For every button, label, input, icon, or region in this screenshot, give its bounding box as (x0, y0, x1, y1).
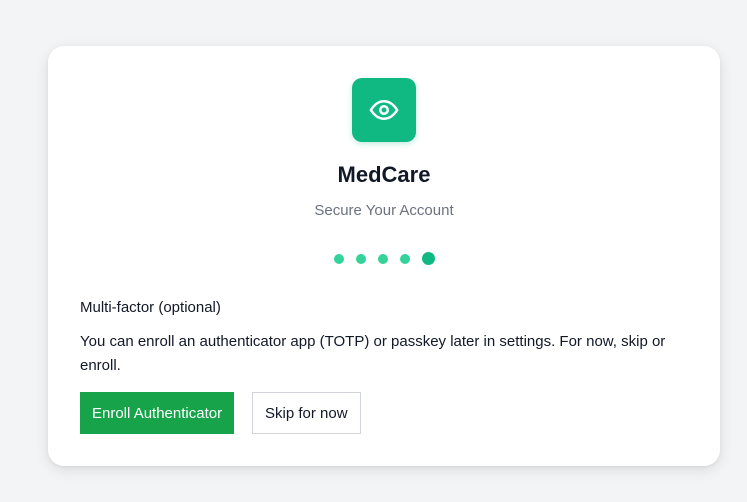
mfa-section-title: Multi-factor (optional) (80, 299, 221, 316)
page-subtitle: Secure Your Account (314, 202, 454, 219)
mfa-card: MedCare Secure Your Account Multi-factor… (48, 46, 720, 466)
app-logo (352, 78, 416, 142)
app-name: MedCare (337, 162, 431, 187)
step-dot-4 (399, 253, 410, 264)
step-dot-2 (355, 253, 366, 264)
step-dot-3 (377, 253, 388, 264)
step-dot-5-active (421, 252, 435, 265)
mfa-description: You can enroll an authenticator app (TOT… (80, 333, 666, 374)
step-indicator (48, 252, 720, 265)
eye-icon (369, 95, 399, 125)
skip-for-now-button[interactable]: Skip for now (252, 392, 361, 434)
step-dot-1 (333, 253, 344, 264)
enroll-authenticator-button[interactable]: Enroll Authenticator (80, 392, 235, 434)
